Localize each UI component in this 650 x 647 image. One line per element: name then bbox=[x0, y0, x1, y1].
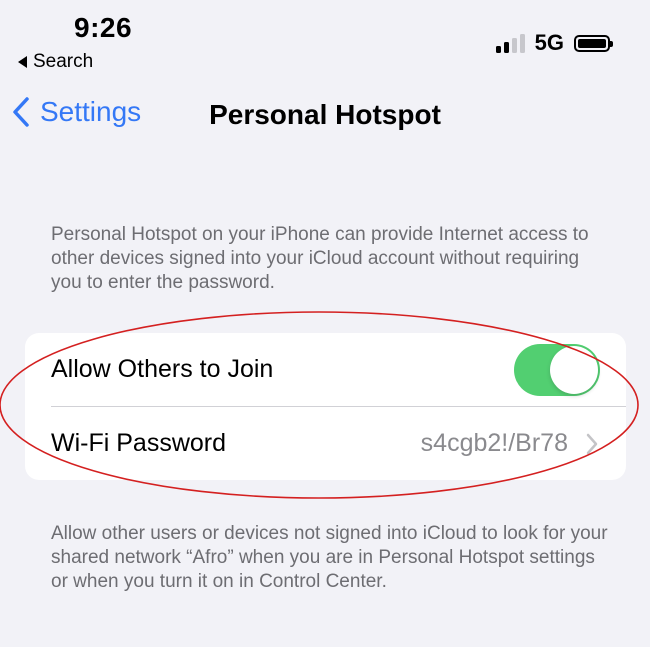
status-indicators: 5G bbox=[495, 30, 613, 56]
back-to-search-label: Search bbox=[33, 51, 94, 72]
toggle-knob bbox=[550, 345, 598, 394]
signal-bars-icon bbox=[495, 33, 525, 53]
wifi-password-value: s4cgb2!/Br78 bbox=[420, 429, 568, 457]
wifi-password-row[interactable]: Wi-Fi Password s4cgb2!/Br78 bbox=[25, 407, 626, 480]
allow-others-toggle[interactable] bbox=[514, 343, 600, 396]
wifi-password-label: Wi-Fi Password bbox=[51, 429, 227, 457]
hotspot-settings-group: Allow Others to Join Wi-Fi Password s4cg… bbox=[25, 333, 626, 480]
battery-icon bbox=[574, 34, 613, 52]
screen: 9:26 Search 5G Settings Personal Hotspot… bbox=[0, 0, 650, 647]
hotspot-description: Personal Hotspot on your iPhone can prov… bbox=[51, 224, 589, 293]
back-to-search-link[interactable]: Search bbox=[18, 51, 93, 73]
allow-others-row: Allow Others to Join bbox=[25, 333, 626, 406]
network-type: 5G bbox=[534, 30, 564, 55]
chevron-right-icon bbox=[586, 433, 598, 454]
discovery-description: Allow other users or devices not signed … bbox=[51, 523, 608, 592]
status-time: 9:26 bbox=[74, 12, 133, 43]
back-triangle-icon bbox=[18, 56, 27, 68]
page-title: Personal Hotspot bbox=[209, 99, 441, 130]
allow-others-label: Allow Others to Join bbox=[51, 355, 274, 383]
